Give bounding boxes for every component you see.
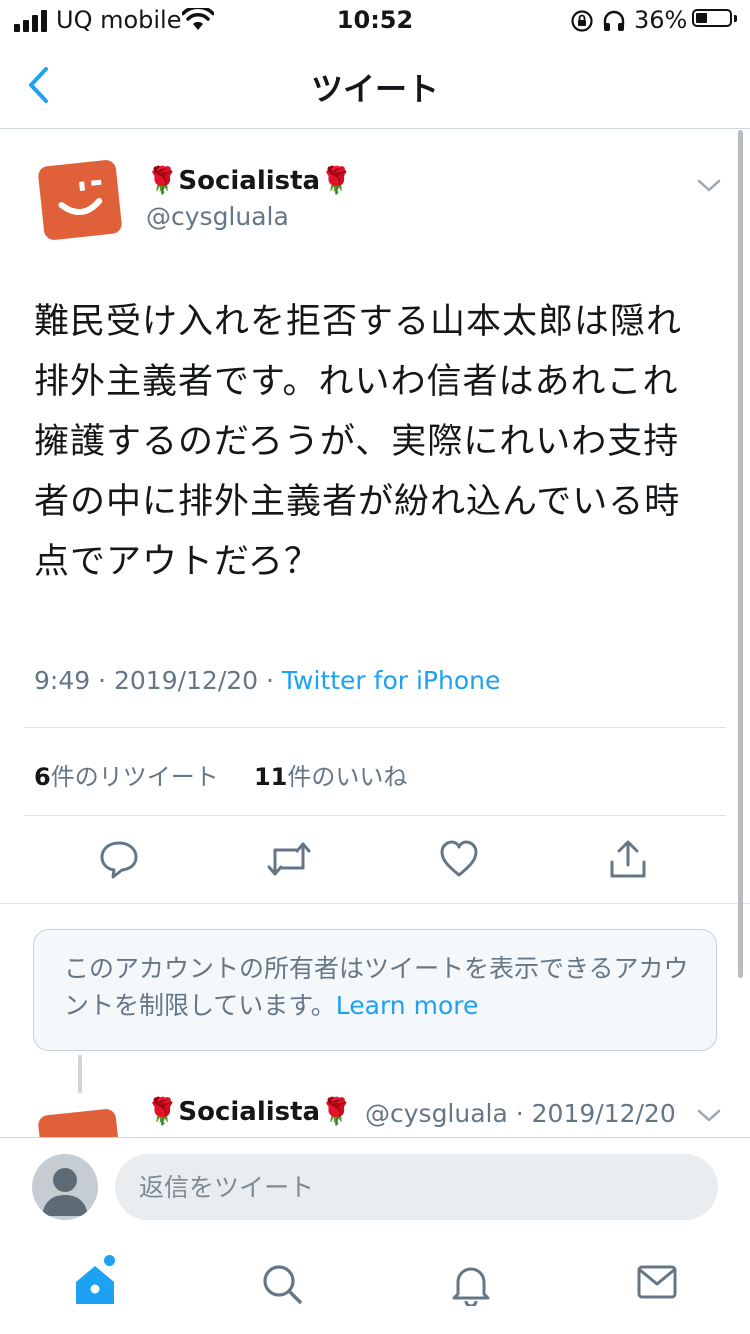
headphones-icon: [603, 10, 625, 31]
new-content-dot: [104, 1255, 115, 1266]
messages-icon[interactable]: [636, 1262, 678, 1302]
tweet-source-link[interactable]: Twitter for iPhone: [282, 666, 500, 695]
tweet-meta: 9:49 · 2019/12/20 · Twitter for iPhone: [34, 666, 501, 695]
handle-and-date[interactable]: @cysgluala · 2019/12/20: [365, 1099, 676, 1128]
chevron-down-icon[interactable]: [696, 1108, 722, 1124]
avatar[interactable]: [37, 159, 123, 241]
page-title: ツイート: [310, 70, 439, 108]
divider: [24, 815, 726, 816]
learn-more-link[interactable]: Learn more: [336, 991, 479, 1020]
scrollbar[interactable]: [738, 130, 743, 978]
reply-input[interactable]: [115, 1154, 718, 1220]
battery-icon: [692, 9, 732, 27]
tweet-text: 難民受け入れを拒否する山本太郎は隠れ排外主義者です。れいわ信者はあれこれ擁護する…: [34, 302, 683, 582]
user-handle[interactable]: @cysgluala: [146, 202, 289, 231]
divider: [24, 727, 726, 728]
display-name[interactable]: 🌹Socialista🌹: [146, 1097, 352, 1127]
reply-icon[interactable]: [98, 838, 140, 880]
battery-tip: [734, 15, 737, 22]
notifications-icon[interactable]: [450, 1262, 492, 1306]
rotation-lock-icon: [571, 10, 593, 32]
user-avatar-icon[interactable]: [32, 1154, 98, 1220]
thread-line: [78, 1055, 82, 1093]
share-icon[interactable]: [607, 838, 649, 880]
tweet-time: 9:49: [34, 666, 91, 695]
like-icon[interactable]: [438, 838, 480, 880]
chevron-down-icon[interactable]: [696, 178, 722, 194]
battery-percent: 36%: [634, 6, 688, 34]
nav-divider: [0, 128, 750, 129]
like-stat[interactable]: 11件のいいね: [254, 763, 407, 791]
tweet-date: 2019/12/20: [113, 666, 259, 695]
retweet-stat[interactable]: 6件のリツイート: [34, 763, 219, 791]
status-bar: UQ mobile 10:52 36%: [0, 0, 750, 40]
display-name[interactable]: 🌹Socialista🌹: [146, 166, 352, 196]
notice-text: このアカウントの所有者はツイートを表示できるアカウントを制限しています。Lear…: [64, 954, 689, 1020]
engagement-stats: 6件のリツイート 11件のいいね: [34, 757, 407, 792]
divider: [0, 903, 750, 904]
search-icon[interactable]: [260, 1262, 304, 1306]
retweet-icon[interactable]: [266, 838, 312, 880]
home-icon[interactable]: [72, 1262, 118, 1306]
